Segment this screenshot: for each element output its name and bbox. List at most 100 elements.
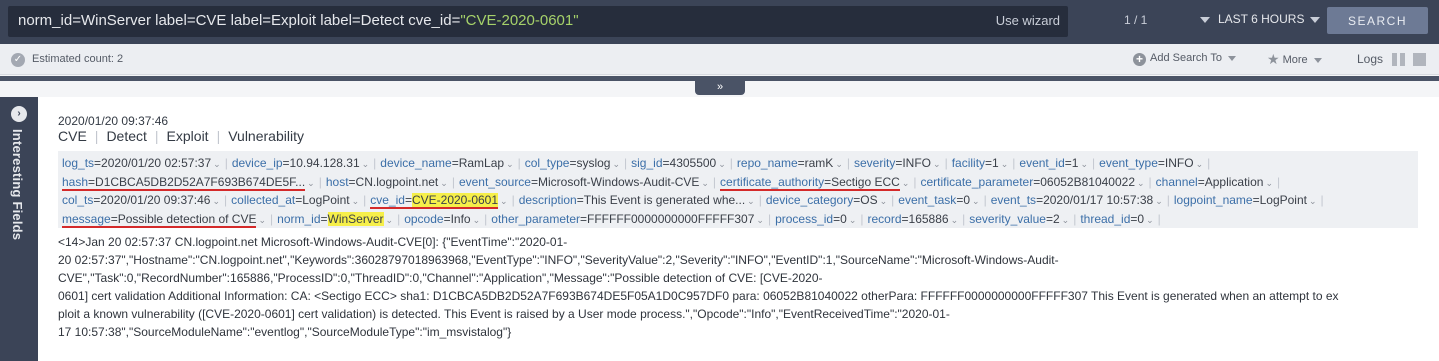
chevron-down-icon[interactable]: ⌄ [213, 159, 221, 169]
chevron-down-icon[interactable]: ⌄ [1196, 159, 1204, 169]
chevron-down-icon [1200, 16, 1210, 23]
add-search-to-label: Add Search To [1150, 52, 1222, 64]
chevron-down-icon[interactable]: ⌄ [1146, 215, 1154, 225]
field-device-category[interactable]: device_category=OS ⌄ [766, 193, 887, 207]
field-device-name[interactable]: device_name=RamLap ⌄ [380, 156, 513, 170]
chevron-down-icon[interactable]: ⌄ [747, 196, 755, 206]
field-col-ts[interactable]: col_ts=2020/01/20 09:37:46 ⌄ [62, 193, 220, 207]
field-other-parameter[interactable]: other_parameter=FFFFFF0000000000FFFFF307… [491, 212, 764, 226]
field-sig-id[interactable]: sig_id=4305500 ⌄ [631, 156, 726, 170]
search-button[interactable]: SEARCH [1327, 7, 1428, 34]
field-separator: | [270, 211, 274, 226]
use-wizard-link[interactable]: Use wizard [996, 13, 1060, 28]
field-severity-value[interactable]: severity_value=2 ⌄ [969, 212, 1069, 226]
chevron-down-icon[interactable]: ⌄ [933, 159, 941, 169]
chevron-down-icon[interactable]: ⌄ [849, 215, 857, 225]
interesting-fields-panel[interactable]: › Interesting Fields [0, 97, 38, 361]
chevron-down-icon[interactable]: ⌄ [1080, 159, 1088, 169]
raw-log-line: <14>Jan 20 02:57:37 CN.logpoint.net Micr… [58, 235, 568, 249]
query-prefix: norm_id=WinServer label=CVE label=Exploi… [18, 12, 461, 29]
field-hash[interactable]: hash=D1CBCA5DB2D52A7F693B674DE5F... ⌄ [62, 174, 315, 191]
field-repo-name[interactable]: repo_name=ramK ⌄ [737, 156, 843, 170]
collapse-toggle-icon[interactable]: » [695, 81, 745, 95]
time-range-dropdown[interactable]: LAST 6 HOURS [1200, 12, 1321, 26]
field-description[interactable]: description=This Event is generated whe.… [519, 193, 755, 207]
raw-log-line: 17 10:57:38","SourceModuleName":"eventlo… [58, 325, 512, 339]
tag-detect[interactable]: Detect [106, 128, 146, 144]
chevron-down-icon[interactable]: ⌄ [612, 159, 620, 169]
field-col-type[interactable]: col_type=syslog ⌄ [525, 156, 620, 170]
field-key-value: certificate_parameter=06052B81040022 [920, 174, 1136, 189]
tag-vulnerability[interactable]: Vulnerability [228, 128, 304, 144]
chevron-down-icon[interactable]: ⌄ [880, 196, 888, 206]
single-view-icon[interactable] [1413, 53, 1426, 66]
field-separator: | [224, 156, 228, 170]
field-separator: | [758, 193, 762, 207]
chevron-down-icon[interactable]: ⌄ [1062, 215, 1070, 225]
field-device-ip[interactable]: device_ip=10.94.128.31 ⌄ [232, 156, 369, 170]
field-certificate-authority[interactable]: certificate_authority=Sectigo ECC ⌄ [720, 174, 910, 191]
more-button[interactable]: ★ More [1267, 51, 1322, 68]
query-input[interactable]: norm_id=WinServer label=CVE label=Exploi… [8, 6, 1068, 37]
field-norm-id[interactable]: norm_id=WinServer ⌄ [277, 211, 394, 226]
field-certificate-parameter[interactable]: certificate_parameter=06052B81040022 ⌄ [921, 175, 1145, 189]
field-collected-at[interactable]: collected_at=LogPoint ⌄ [231, 193, 359, 207]
chevron-down-icon[interactable]: ⌄ [951, 215, 959, 225]
chevron-down-icon[interactable]: ⌄ [473, 215, 481, 225]
chevron-down-icon[interactable]: ⌄ [362, 159, 370, 169]
chevron-down-icon[interactable]: ⌄ [756, 215, 764, 225]
field-thread-id[interactable]: thread_id=0 ⌄ [1080, 212, 1153, 226]
field-channel[interactable]: channel=Application ⌄ [1156, 175, 1273, 189]
field-key-value: channel=Application [1155, 174, 1264, 189]
field-message[interactable]: message=Possible detection of CVE ⌄ [62, 211, 266, 228]
chevron-down-icon[interactable]: ⌄ [212, 196, 220, 206]
chevron-down-icon[interactable]: ⌄ [1309, 196, 1317, 206]
chevron-down-icon[interactable]: ⌄ [902, 178, 910, 188]
field-event-task[interactable]: event_task=0 ⌄ [898, 193, 979, 207]
chevron-down-icon[interactable]: ⌄ [258, 215, 266, 225]
field-event-type[interactable]: event_type=INFO ⌄ [1099, 156, 1203, 170]
chevron-down-icon[interactable]: ⌄ [506, 159, 514, 169]
field-key-value: event_source=Microsoft-Windows-Audit-CVE [458, 174, 700, 189]
field-key-value: facility=1 [951, 156, 999, 170]
expand-arrow-icon[interactable]: › [11, 106, 27, 122]
field-cve-id[interactable]: cve_id=CVE-2020-0601 ⌄ [370, 193, 508, 209]
query-text[interactable]: norm_id=WinServer label=CVE label=Exploi… [18, 12, 579, 29]
field-event-id[interactable]: event_id=1 ⌄ [1019, 156, 1088, 170]
field-logpoint-name[interactable]: logpoint_name=LogPoint ⌄ [1174, 193, 1317, 207]
field-record[interactable]: record=165886 ⌄ [867, 212, 958, 226]
field-process-id[interactable]: process_id=0 ⌄ [775, 212, 856, 226]
chevron-down-icon[interactable]: ⌄ [718, 159, 726, 169]
chevron-down-icon[interactable]: ⌄ [1001, 159, 1009, 169]
chevron-down-icon[interactable]: ⌄ [386, 215, 394, 225]
interesting-fields-label[interactable]: Interesting Fields [10, 129, 25, 240]
field-facility[interactable]: facility=1 ⌄ [952, 156, 1009, 170]
chevron-down-icon[interactable]: ⌄ [307, 178, 315, 188]
raw-log-line: ploit a known vulnerability ([CVE-2020-0… [58, 307, 950, 321]
field-value: ramK [804, 156, 834, 170]
chevron-down-icon[interactable]: ⌄ [1137, 178, 1145, 188]
chevron-down-icon[interactable]: ⌄ [1265, 178, 1273, 188]
field-log-ts[interactable]: log_ts=2020/01/20 02:57:37 ⌄ [62, 156, 221, 170]
chevron-down-icon[interactable]: ⌄ [1155, 196, 1163, 206]
add-search-to-button[interactable]: + Add Search To [1133, 52, 1236, 66]
field-row: hash=D1CBCA5DB2D52A7F693B674DE5F... ⌄ | hos… [62, 173, 1414, 192]
chevron-down-icon[interactable]: ⌄ [972, 196, 980, 206]
field-key: event_source [458, 174, 531, 189]
chevron-down-icon[interactable]: ⌄ [835, 159, 843, 169]
field-severity[interactable]: severity=INFO ⌄ [854, 156, 941, 170]
query-value: "CVE-2020-0601" [460, 12, 579, 29]
tag-exploit[interactable]: Exploit [167, 128, 209, 144]
split-view-icon[interactable] [1392, 53, 1405, 66]
field-key-value: process_id=0 [775, 211, 847, 226]
chevron-down-icon[interactable]: ⌄ [701, 178, 709, 188]
tag-cve[interactable]: CVE [58, 128, 87, 144]
field-event-source[interactable]: event_source=Microsoft-Windows-Audit-CVE… [459, 175, 709, 189]
field-opcode[interactable]: opcode=Info ⌄ [404, 212, 480, 226]
field-separator: | [1073, 211, 1077, 226]
chevron-down-icon[interactable]: ⌄ [440, 178, 448, 188]
field-event-ts[interactable]: event_ts=2020/01/17 10:57:38 ⌄ [991, 193, 1163, 207]
chevron-down-icon[interactable]: ⌄ [500, 196, 508, 206]
field-host[interactable]: host=CN.logpoint.net ⌄ [326, 175, 448, 189]
chevron-down-icon[interactable]: ⌄ [352, 196, 360, 206]
